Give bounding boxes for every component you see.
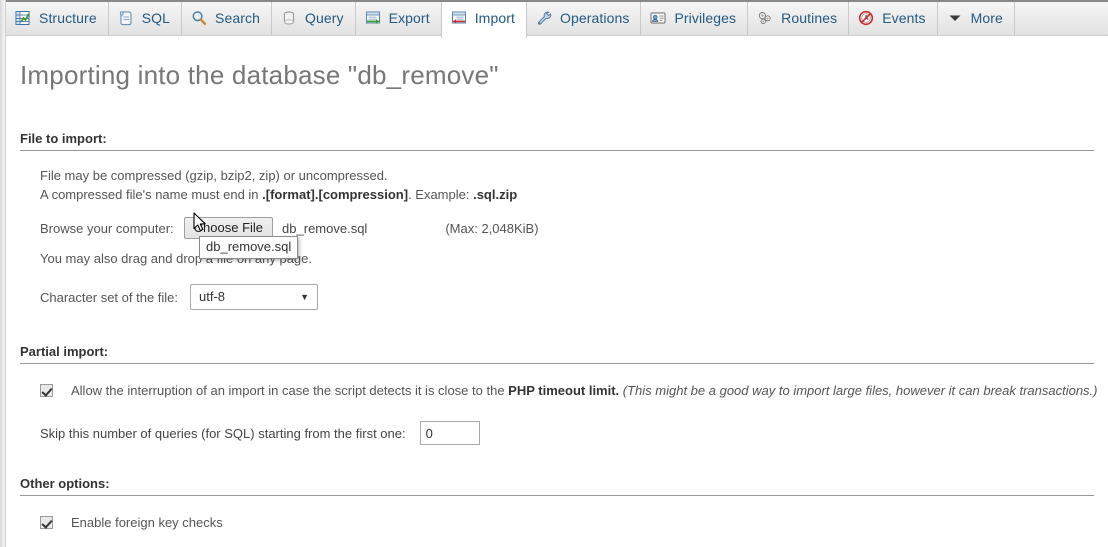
skip-queries-row: Skip this number of queries (for SQL) st… bbox=[20, 401, 1108, 445]
tab-export-label: Export bbox=[388, 10, 430, 26]
chevron-down-icon bbox=[947, 10, 963, 26]
foreign-key-row: Enable foreign key checks bbox=[20, 496, 1108, 533]
tab-events-label: Events bbox=[882, 10, 926, 26]
file-to-import-section: File to import: File may be compressed (… bbox=[6, 131, 1108, 310]
enable-foreign-key-checks-checkbox[interactable] bbox=[40, 516, 53, 529]
selected-file-name: db_remove.sql bbox=[282, 220, 368, 236]
file-section-legend: File to import: bbox=[20, 131, 1094, 151]
page-content: Importing into the database "db_remove" … bbox=[6, 36, 1108, 533]
tab-import-label: Import bbox=[474, 10, 515, 26]
file-section-legend-text: File to import: bbox=[20, 131, 107, 146]
selected-file-tooltip: db_remove.sql bbox=[199, 236, 299, 259]
chevron-down-icon: ▼ bbox=[300, 292, 310, 302]
tab-routines[interactable]: Routines bbox=[748, 2, 850, 35]
charset-row: Character set of the file: utf-8 ▼ bbox=[40, 284, 1108, 310]
partial-import-section: Partial import: Allow the interruption o… bbox=[6, 344, 1108, 445]
import-icon bbox=[451, 10, 467, 26]
charset-label: Character set of the file: bbox=[40, 289, 179, 305]
tab-export[interactable]: Export bbox=[356, 2, 442, 35]
browse-label: Browse your computer: bbox=[40, 220, 174, 236]
other-options-section: Other options: Enable foreign key checks bbox=[6, 476, 1108, 533]
routines-icon bbox=[757, 10, 773, 26]
tab-query[interactable]: Query bbox=[272, 2, 356, 35]
note2-format-token: .[format].[compression] bbox=[262, 187, 409, 202]
page-title: Importing into the database "db_remove" bbox=[20, 60, 499, 90]
allow-interrupt-checkbox[interactable] bbox=[40, 384, 53, 397]
php-timeout-limit-text: PHP timeout limit. bbox=[508, 383, 620, 398]
tab-structure[interactable]: Structure bbox=[6, 2, 109, 35]
tab-operations[interactable]: Operations bbox=[527, 2, 642, 35]
enable-foreign-key-checks-label: Enable foreign key checks bbox=[71, 515, 223, 530]
query-icon bbox=[281, 10, 297, 26]
compression-note-line2: A compressed file's name must end in .[f… bbox=[40, 185, 1108, 204]
export-icon bbox=[365, 10, 381, 26]
tab-more-label: More bbox=[970, 10, 1003, 26]
partial-section-legend: Partial import: bbox=[20, 344, 1094, 364]
tab-events[interactable]: Events bbox=[849, 2, 938, 35]
structure-icon bbox=[15, 10, 31, 26]
search-icon bbox=[191, 10, 207, 26]
tab-sql[interactable]: SQL bbox=[109, 2, 183, 35]
tab-import[interactable]: Import bbox=[440, 2, 527, 38]
note2-mid: . Example: bbox=[408, 187, 474, 202]
compression-note-line1: File may be compressed (gzip, bzip2, zip… bbox=[40, 168, 388, 183]
tab-search[interactable]: Search bbox=[182, 2, 272, 35]
sql-icon bbox=[118, 10, 134, 26]
charset-select[interactable]: utf-8 ▼ bbox=[190, 284, 319, 310]
allow-interrupt-row: Allow the interruption of an import in c… bbox=[20, 364, 1108, 401]
other-section-legend: Other options: bbox=[20, 476, 1094, 496]
tab-operations-label: Operations bbox=[559, 10, 630, 26]
max-upload-size: (Max: 2,048KiB) bbox=[445, 220, 539, 236]
events-icon bbox=[858, 10, 874, 26]
tab-routines-label: Routines bbox=[781, 10, 838, 26]
allow-interrupt-label: Allow the interruption of an import in c… bbox=[71, 381, 1098, 401]
tab-sql-label: SQL bbox=[141, 10, 171, 26]
tab-privileges[interactable]: Privileges bbox=[641, 2, 749, 35]
charset-selected-value: utf-8 bbox=[199, 289, 226, 304]
tab-search-label: Search bbox=[215, 10, 260, 26]
main-tab-bar: Structure SQL Search Query Export Import bbox=[6, 0, 1108, 38]
note2-prefix: A compressed file's name must end in bbox=[40, 187, 263, 202]
skip-queries-input[interactable] bbox=[419, 421, 480, 445]
partial-section-legend-text: Partial import: bbox=[20, 344, 109, 359]
tab-privileges-label: Privileges bbox=[674, 10, 737, 26]
tab-structure-label: Structure bbox=[39, 10, 97, 26]
skip-queries-label: Skip this number of queries (for SQL) st… bbox=[40, 425, 406, 441]
other-section-legend-text: Other options: bbox=[20, 476, 110, 491]
note2-example-token: .sql.zip bbox=[473, 187, 518, 202]
wrench-icon bbox=[536, 10, 552, 26]
privileges-icon bbox=[650, 10, 666, 26]
allow-interrupt-prefix: Allow the interruption of an import in c… bbox=[71, 383, 509, 398]
sidebar-collapsed-edge[interactable] bbox=[0, 0, 6, 547]
tab-query-label: Query bbox=[305, 10, 344, 26]
allow-interrupt-note: (This might be a good way to import larg… bbox=[619, 383, 1098, 398]
tab-more[interactable]: More bbox=[938, 2, 1015, 35]
